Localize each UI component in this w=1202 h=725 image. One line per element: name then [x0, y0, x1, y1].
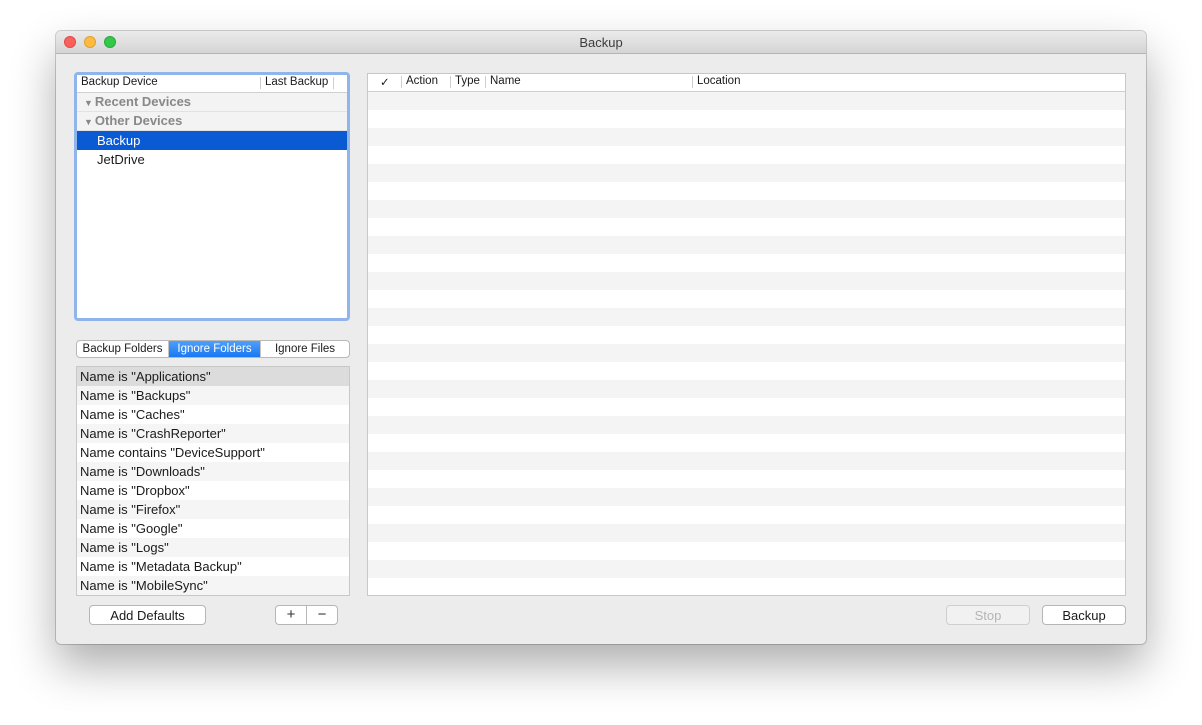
group-other-devices[interactable]: ▼ Other Devices [77, 112, 347, 131]
backup-actions-table[interactable]: ✓ Action Type Name Location [367, 73, 1126, 596]
group-recent-devices[interactable]: ▼ Recent Devices [77, 93, 347, 112]
device-item-jetdrive[interactable]: JetDrive [77, 150, 347, 169]
list-item[interactable]: Name is "Firefox" [77, 500, 349, 519]
stop-button[interactable]: Stop [946, 605, 1030, 625]
header-location[interactable]: Location [697, 75, 740, 87]
devices-list[interactable]: Backup Device Last Backup ▼ Recent Device… [74, 72, 350, 321]
backup-window: Backup Backup Device Last Backup ▼ Recent… [56, 31, 1146, 644]
table-body [368, 92, 1125, 595]
list-item[interactable]: Name is "Caches" [77, 405, 349, 424]
window-title: Backup [579, 35, 623, 50]
list-item[interactable]: Name is "Downloads" [77, 462, 349, 481]
header-backup-device[interactable]: Backup Device [81, 76, 158, 88]
tab-ignore-files[interactable]: Ignore Files [261, 341, 349, 357]
header-check[interactable]: ✓ [380, 75, 390, 89]
list-item[interactable]: Name is "MobileSync" [77, 576, 349, 595]
list-item[interactable]: Name is "CrashReporter" [77, 424, 349, 443]
disclosure-triangle-icon[interactable]: ▼ [84, 117, 93, 127]
list-item[interactable]: Name is "Dropbox" [77, 481, 349, 500]
list-item[interactable]: Name is "Metadata Backup" [77, 557, 349, 576]
list-item[interactable]: Name is "Backups" [77, 386, 349, 405]
disclosure-triangle-icon[interactable]: ▼ [84, 98, 93, 108]
header-action[interactable]: Action [406, 75, 438, 87]
group-label: Recent Devices [94, 94, 192, 109]
list-item[interactable]: Name is "Google" [77, 519, 349, 538]
tab-backup-folders[interactable]: Backup Folders [77, 341, 169, 357]
table-header: ✓ Action Type Name Location [368, 74, 1125, 92]
remove-rule-button[interactable]: − [307, 606, 337, 624]
list-item[interactable]: Name contains "DeviceSupport" [77, 443, 349, 462]
backup-button[interactable]: Backup [1042, 605, 1126, 625]
add-defaults-button[interactable]: Add Defaults [89, 605, 206, 625]
group-label: Other Devices [94, 113, 183, 128]
list-item[interactable]: Name is "Applications" [77, 367, 349, 386]
header-type[interactable]: Type [455, 75, 480, 87]
header-last-backup[interactable]: Last Backup [265, 76, 328, 88]
devices-header: Backup Device Last Backup [77, 75, 347, 93]
tab-ignore-folders[interactable]: Ignore Folders [169, 341, 261, 357]
device-item-backup[interactable]: Backup [77, 131, 347, 150]
add-remove-control: + − [275, 605, 338, 625]
header-name[interactable]: Name [490, 75, 521, 87]
add-rule-button[interactable]: + [276, 606, 307, 624]
list-item[interactable]: Name is "Logs" [77, 538, 349, 557]
folder-rules-segmented-control: Backup Folders Ignore Folders Ignore Fil… [76, 340, 350, 358]
ignore-folders-list[interactable]: Name is "Applications" Name is "Backups"… [76, 366, 350, 596]
title-bar[interactable]: Backup [56, 31, 1146, 54]
